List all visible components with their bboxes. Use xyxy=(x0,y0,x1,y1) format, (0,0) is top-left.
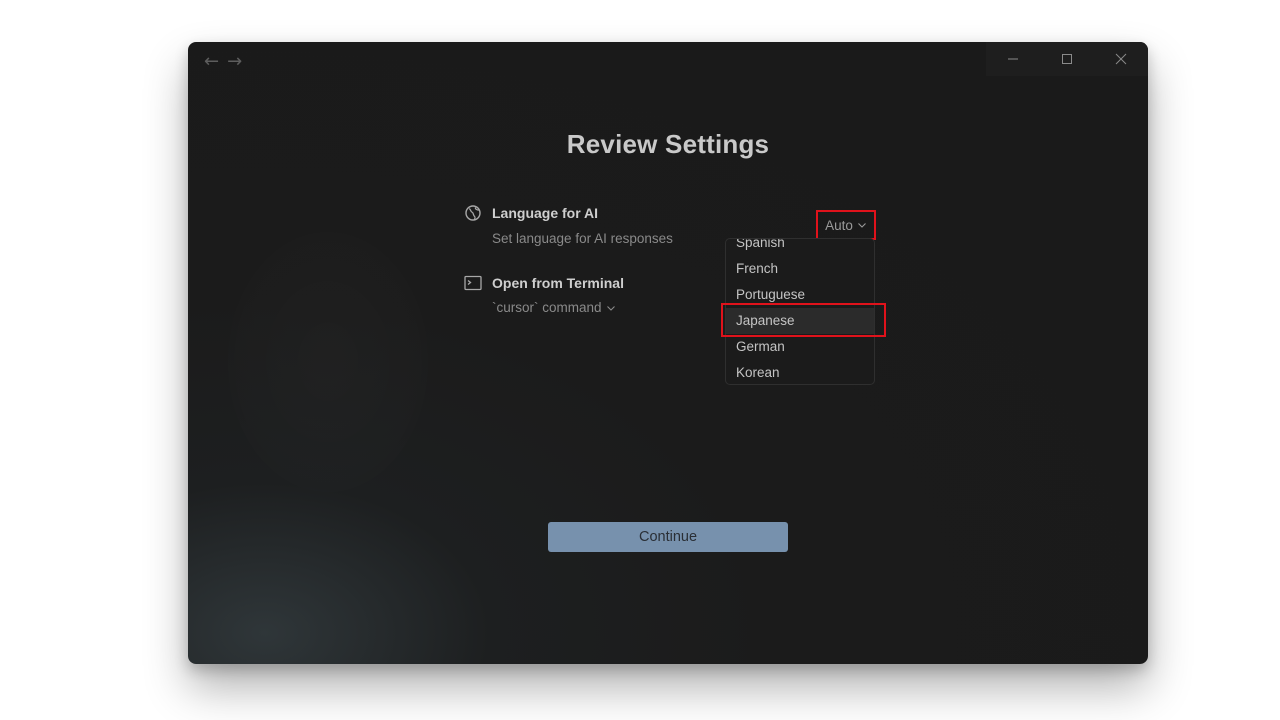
setting-description: Set language for AI responses xyxy=(492,231,673,246)
dropdown-option-japanese[interactable]: Japanese xyxy=(726,308,874,334)
setting-label: Language for AI xyxy=(492,205,599,221)
terminal-icon xyxy=(464,275,482,291)
setting-description-text: `cursor` command xyxy=(492,300,602,315)
minimize-icon xyxy=(1008,58,1018,60)
background-glow xyxy=(228,232,428,492)
setting-description-text: Set language for AI responses xyxy=(492,231,673,246)
continue-button[interactable]: Continue xyxy=(548,522,788,552)
chevron-down-icon xyxy=(606,305,615,311)
dropdown-option-korean[interactable]: Korean xyxy=(726,360,874,384)
language-dropdown: Spanish French Portuguese Japanese Germa… xyxy=(725,238,875,385)
dropdown-option-german[interactable]: German xyxy=(726,334,874,360)
close-icon xyxy=(1115,53,1127,65)
screen: ← → Review Settings Language for AI Set … xyxy=(0,0,1280,720)
navigation-arrows: ← → xyxy=(204,51,242,73)
minimize-button[interactable] xyxy=(986,42,1040,76)
dropdown-option-french[interactable]: French xyxy=(726,256,874,282)
dropdown-option-spanish[interactable]: Spanish xyxy=(726,239,874,256)
forward-arrow-icon[interactable]: → xyxy=(227,51,242,73)
cursor-command-selector[interactable]: `cursor` command xyxy=(492,300,624,315)
chevron-down-icon xyxy=(858,223,866,228)
page-title: Review Settings xyxy=(566,129,770,159)
setting-language-for-ai: Language for AI Set language for AI resp… xyxy=(464,204,673,246)
maximize-icon xyxy=(1062,54,1072,64)
close-button[interactable] xyxy=(1094,42,1148,76)
language-select[interactable]: Auto xyxy=(816,210,876,240)
globe-icon xyxy=(465,205,481,221)
window-controls xyxy=(986,42,1148,76)
setting-label: Open from Terminal xyxy=(492,275,624,291)
app-window: ← → Review Settings Language for AI Set … xyxy=(188,42,1148,664)
language-select-value: Auto xyxy=(825,217,853,233)
setting-open-from-terminal: Open from Terminal `cursor` command xyxy=(464,275,624,315)
back-arrow-icon[interactable]: ← xyxy=(204,51,219,73)
maximize-button[interactable] xyxy=(1040,42,1094,76)
dropdown-option-portuguese[interactable]: Portuguese xyxy=(726,282,874,308)
